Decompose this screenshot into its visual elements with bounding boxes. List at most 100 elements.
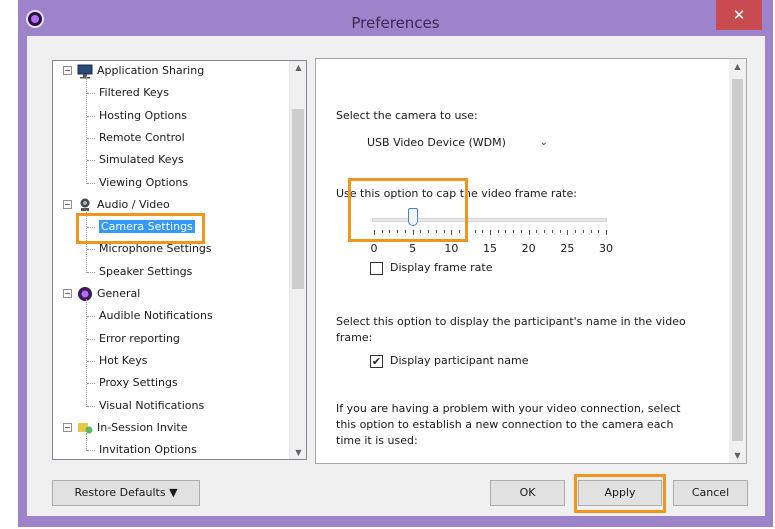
collapse-icon[interactable]: − xyxy=(63,422,72,432)
tree-item-label: Visual Notifications xyxy=(99,398,205,412)
tree-item[interactable]: Hosting Options xyxy=(87,107,187,125)
tree-item[interactable]: Audible Notifications xyxy=(87,307,213,325)
tree-scroll-down-icon[interactable]: ▼ xyxy=(290,448,306,457)
restore-defaults-button[interactable]: Restore Defaults ▼ xyxy=(52,480,200,506)
slider-tick xyxy=(575,230,577,233)
slider-tick xyxy=(482,230,484,233)
ok-button[interactable]: OK xyxy=(490,480,565,506)
tree-item-label: Application Sharing xyxy=(97,64,205,77)
slider-tick xyxy=(606,230,607,235)
tree-item-label: Remote Control xyxy=(99,130,185,144)
tree-connector xyxy=(87,137,95,139)
cancel-button[interactable]: Cancel xyxy=(673,480,748,506)
slider-tick-label: 0 xyxy=(370,242,378,255)
slider-tick xyxy=(590,230,592,233)
framerate-highlight xyxy=(348,178,468,242)
slider-tick xyxy=(474,230,476,233)
collapse-icon[interactable]: − xyxy=(63,289,72,298)
tree-scroll-thumb[interactable] xyxy=(292,109,304,289)
tree-connector xyxy=(87,338,95,340)
slider-tick-label: 25 xyxy=(560,242,575,255)
slider-tick-label: 5 xyxy=(409,242,417,255)
tree-item[interactable]: Visual Notifications xyxy=(87,397,205,415)
panel-scroll-thumb[interactable] xyxy=(732,79,743,441)
collapse-icon[interactable]: − xyxy=(63,66,72,75)
slider-tick xyxy=(559,230,561,233)
slider-tick xyxy=(505,230,507,233)
panel-scroll-down-icon[interactable]: ▼ xyxy=(729,451,746,460)
tree-item-label: Simulated Keys xyxy=(99,153,184,167)
tree-item[interactable]: Hot Keys xyxy=(87,352,148,370)
slider-tick xyxy=(567,230,569,235)
tree-scrollbar[interactable]: ▲ ▼ xyxy=(289,61,306,459)
display-participant-checkbox[interactable]: ✔ xyxy=(370,355,383,368)
slider-tick xyxy=(497,230,499,233)
tree-item-label: Filtered Keys xyxy=(99,86,169,100)
participant-desc-line2: frame: xyxy=(336,331,373,344)
slider-tick xyxy=(513,230,515,233)
close-button[interactable]: ✕ xyxy=(716,0,762,30)
tree-connector xyxy=(86,432,87,452)
tree-item[interactable]: Proxy Settings xyxy=(87,374,178,392)
tree-item[interactable]: Viewing Options xyxy=(87,174,189,192)
invite-icon xyxy=(77,420,93,436)
tree-item-label: General xyxy=(97,287,141,300)
display-framerate-label: Display frame rate xyxy=(390,261,493,274)
tree-item[interactable]: Error reporting xyxy=(87,330,180,348)
tree-connector xyxy=(87,160,95,162)
app-logo-icon xyxy=(77,286,93,302)
monitor-icon xyxy=(77,63,93,79)
tree-item-label: Viewing Options xyxy=(99,175,189,189)
tree-item-label: Speaker Settings xyxy=(99,264,193,278)
tree-category[interactable]: − General xyxy=(63,285,141,303)
tree-connector xyxy=(87,115,95,117)
tree-connector xyxy=(87,182,95,184)
window-title: Preferences xyxy=(351,14,440,32)
panel-scroll-up-icon[interactable]: ▲ xyxy=(729,62,746,71)
problem-desc-line3: time it is used: xyxy=(336,434,418,447)
checkmark-icon: ✔ xyxy=(371,355,382,368)
slider-tick xyxy=(598,230,600,233)
slider-tick xyxy=(551,230,553,233)
slider-tick-label: 10 xyxy=(444,242,459,255)
camera-settings-panel: ▲ ▼ Select the camera to use: USB Video … xyxy=(315,58,747,464)
tree-connector xyxy=(87,383,95,385)
problem-desc-line2: this option to establish a new connectio… xyxy=(336,418,674,431)
display-framerate-checkbox[interactable] xyxy=(370,262,383,275)
camera-settings-highlight xyxy=(76,213,205,244)
tree-connector xyxy=(87,405,95,407)
tree-connector xyxy=(87,249,95,251)
tree-connector xyxy=(86,299,87,407)
tree-item-label: Proxy Settings xyxy=(99,376,178,390)
tree-category[interactable]: − Audio / Video xyxy=(63,196,170,214)
slider-tick-label: 15 xyxy=(483,242,497,255)
tree-item-label: Hosting Options xyxy=(99,108,187,122)
tree-connector xyxy=(87,450,95,452)
tree-connector xyxy=(87,316,95,318)
tree-item[interactable]: Filtered Keys xyxy=(87,84,169,102)
chevron-down-icon: ⌄ xyxy=(539,137,548,148)
slider-tick xyxy=(528,230,530,235)
tree-category[interactable]: − In-Session Invite xyxy=(63,419,188,437)
collapse-icon[interactable]: − xyxy=(63,199,72,209)
tree-item[interactable]: Speaker Settings xyxy=(87,263,193,281)
tree-connector xyxy=(87,360,95,362)
slider-tick xyxy=(490,230,491,235)
tree-category[interactable]: − Application Sharing xyxy=(63,62,205,80)
tree-item[interactable]: Simulated Keys xyxy=(87,151,184,169)
slider-tick xyxy=(582,230,584,233)
tree-item-label: In-Session Invite xyxy=(97,420,188,434)
slider-tick xyxy=(544,230,546,233)
camera-dropdown[interactable]: USB Video Device (WDM) ⌄ xyxy=(364,133,552,153)
camera-select-label: Select the camera to use: xyxy=(336,109,478,122)
category-tree[interactable]: ▲ ▼ − Application Sharing Filtered Keys Hos… xyxy=(52,60,307,460)
tree-item[interactable]: Remote Control xyxy=(87,129,185,147)
tree-connector xyxy=(87,271,95,273)
slider-tick xyxy=(536,230,538,233)
tree-scroll-up-icon[interactable]: ▲ xyxy=(290,63,306,72)
tree-item-label: Error reporting xyxy=(99,331,180,345)
panel-scrollbar[interactable]: ▲ ▼ xyxy=(729,59,746,463)
tree-connector xyxy=(86,76,87,184)
tree-item[interactable]: Invitation Options xyxy=(87,441,197,459)
display-participant-label: Display participant name xyxy=(390,354,529,367)
